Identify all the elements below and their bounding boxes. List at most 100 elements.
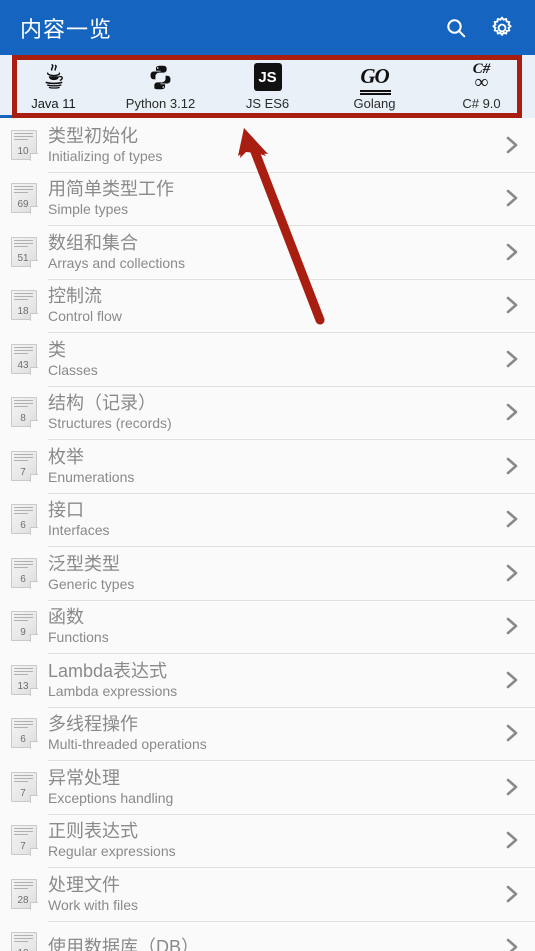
document-count-icon: 6 [11,557,38,589]
row-divider [48,760,535,761]
list-item[interactable]: 28 处理文件 Work with files [0,867,535,921]
list-item-title: 函数 [48,607,84,628]
row-divider [48,225,535,226]
list-item-title: 处理文件 [48,874,120,895]
chevron-right-icon[interactable] [489,935,535,951]
tab-js-es6[interactable]: JS JS ES6 [214,55,321,118]
list-item-title: 用简单类型工作 [48,179,174,200]
chevron-right-icon[interactable] [489,561,535,585]
language-tab-strip[interactable]: Java 11 Python 3.12 JS JS ES6 GO Golang … [0,55,535,118]
document-fold-corner [30,152,38,161]
document-fold-corner [30,366,38,375]
document-lines [14,507,33,516]
list-item[interactable]: 8 结构（记录） Structures (records) [0,385,535,439]
tab-csharp-9-0[interactable]: C# ∞ C# 9.0 [428,55,535,118]
list-item[interactable]: 43 类 Classes [0,332,535,386]
document-count-icon: 69 [11,183,38,215]
list-item[interactable]: 6 接口 Interfaces [0,492,535,546]
gear-icon [489,15,515,41]
list-item[interactable]: 10 类型初始化 Initializing of types [0,118,535,172]
chevron-right-icon[interactable] [489,614,535,638]
python-snakes-icon [146,60,175,94]
tab-label: Java 11 [31,96,76,111]
list-item[interactable]: 10 使用数据库（DB） [0,920,535,951]
row-divider [48,385,535,387]
document-fold-corner [30,794,38,803]
list-item-subtitle: Lambda expressions [48,682,178,699]
settings-button[interactable] [479,5,525,51]
list-item-text: 用简单类型工作 Simple types [48,178,489,218]
list-item-subtitle: Exceptions handling [48,789,174,806]
chevron-right-icon[interactable] [489,668,535,692]
list-item-title: 接口 [48,500,84,521]
document-fold-corner [30,473,38,482]
chevron-right-icon[interactable] [489,721,535,745]
document-count-icon: 6 [11,504,38,536]
tab-label: C# 9.0 [462,96,501,111]
tab-label: JS ES6 [245,96,290,111]
document-lines [14,186,33,195]
chevron-right-icon[interactable] [489,400,535,424]
document-count-icon: 9 [11,611,38,643]
chevron-right-icon[interactable] [489,775,535,799]
tab-golang[interactable]: GO Golang [321,55,428,118]
chevron-right-icon[interactable] [489,293,535,317]
list-item[interactable]: 69 用简单类型工作 Simple types [0,171,535,225]
list-item-text: 控制流 Control flow [48,285,489,325]
document-count-icon: 28 [11,878,38,910]
row-divider [48,706,535,708]
row-divider [48,492,535,494]
document-count-icon: 6 [11,718,38,750]
tab-java-11[interactable]: Java 11 [0,55,107,118]
javascript-badge-icon: JS [253,60,282,94]
topics-list[interactable]: 10 类型初始化 Initializing of types 69 用简单类型工作 Sim… [0,118,535,951]
search-icon [444,16,468,40]
document-count-icon: 18 [11,290,38,322]
tab-python-3-12[interactable]: Python 3.12 [107,55,214,118]
chevron-right-icon[interactable] [489,454,535,478]
list-item-title: 类型初始化 [48,125,138,146]
list-item[interactable]: 6 多线程操作 Multi-threaded operations [0,706,535,760]
row-divider [48,599,535,601]
list-item-text: 处理文件 Work with files [48,874,489,914]
list-item-text: 类 Classes [48,339,489,379]
list-item-subtitle: Initializing of types [48,147,163,164]
chevron-right-icon[interactable] [489,347,535,371]
chevron-right-icon[interactable] [489,186,535,210]
document-fold-corner [30,848,38,857]
list-item[interactable]: 7 异常处理 Exceptions handling [0,760,535,814]
list-item-title: 类 [48,339,66,360]
chevron-right-icon[interactable] [489,828,535,852]
list-item[interactable]: 18 控制流 Control flow [0,278,535,332]
list-item-subtitle: Regular expressions [48,843,176,860]
document-lines [14,293,33,302]
document-lines [14,667,33,677]
list-item[interactable]: 7 正则表达式 Regular expressions [0,813,535,867]
app-root: 内容一览 Java 11 Python 3.12 JS JS ES6 GO Go… [0,0,535,951]
list-item-subtitle: Simple types [48,201,129,218]
tab-label: Golang [353,96,396,111]
document-fold-corner [30,259,38,268]
chevron-right-icon[interactable] [489,240,535,264]
chevron-right-icon[interactable] [489,133,535,157]
document-lines [14,614,33,623]
list-item-text: 异常处理 Exceptions handling [48,767,489,807]
document-fold-corner [30,741,38,750]
list-item[interactable]: 9 函数 Functions [0,599,535,653]
document-lines [14,400,33,409]
list-item[interactable]: 13 Lambda表达式 Lambda expressions [0,653,535,707]
document-count-icon: 10 [11,932,37,951]
list-item[interactable]: 7 枚举 Enumerations [0,439,535,493]
list-item-title: 泛型类型 [48,553,120,574]
row-divider [48,332,535,333]
list-item[interactable]: 6 泛型类型 Generic types [0,546,535,600]
search-button[interactable] [433,5,479,51]
chevron-right-icon[interactable] [489,507,535,531]
chevron-right-icon[interactable] [489,882,535,906]
tab-label: Python 3.12 [125,96,196,111]
list-item-title: 使用数据库（DB） [48,937,200,951]
list-item[interactable]: 51 数组和集合 Arrays and collections [0,225,535,279]
document-fold-corner [30,687,38,696]
list-item-title: 数组和集合 [48,232,138,253]
document-fold-corner [30,634,38,643]
